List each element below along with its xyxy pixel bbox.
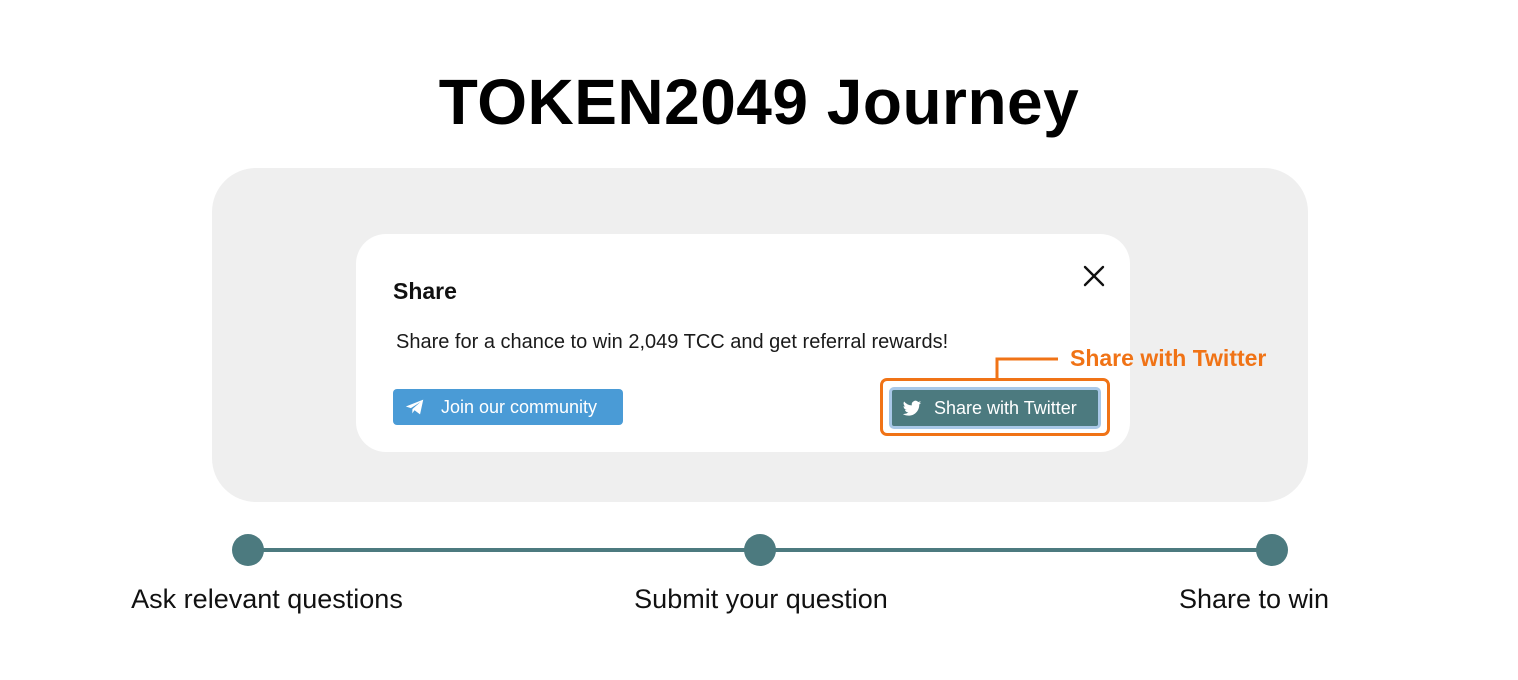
timeline-step-3-dot <box>1256 534 1288 566</box>
timeline-step-2-label: Submit your question <box>634 584 888 614</box>
timeline-step-3-label: Share to win <box>1178 584 1330 614</box>
timeline-step-1-label: Ask relevant questions <box>131 584 403 614</box>
callout-connector <box>995 357 1058 378</box>
callout-label: Share with Twitter <box>1070 345 1267 371</box>
timeline-step-2-dot <box>744 534 776 566</box>
timeline-step-1-dot <box>232 534 264 566</box>
